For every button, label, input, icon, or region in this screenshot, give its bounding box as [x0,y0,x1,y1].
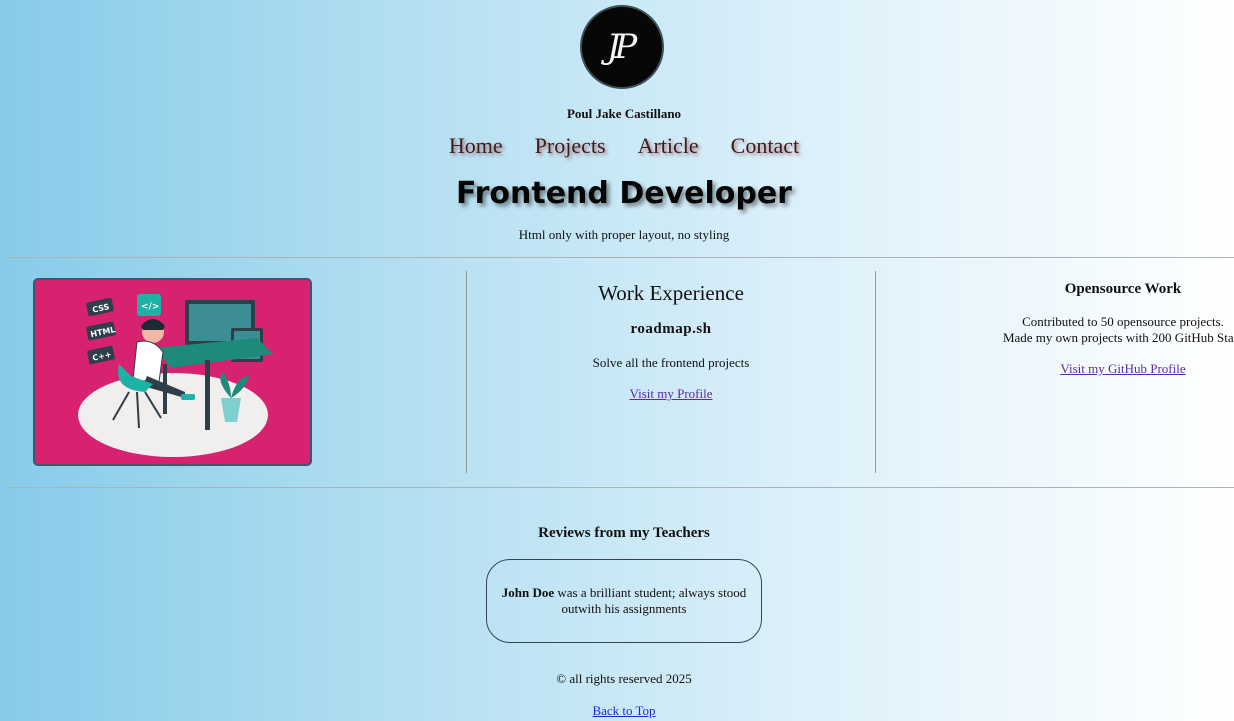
review-text-block: John Doe was a brilliant student; always… [501,585,747,617]
github-link-wrap: Visit my GitHub Profile [1000,358,1234,377]
reviewer-name: John Doe [501,585,555,600]
nav-home[interactable]: Home [449,133,503,159]
developer-desk-icon: CSS HTML C++ </> [78,294,273,457]
column-divider-right [875,271,876,473]
logo-avatar: JP [580,5,664,89]
opensource-heading: Opensource Work [1064,281,1182,297]
hero-title: Frontend Developer [456,176,792,211]
back-to-top-wrap: Back to Top [0,700,1234,719]
divider-top [6,257,1234,258]
profile-link-wrap: Visit my Profile [467,383,875,402]
developer-illustration: CSS HTML C++ </> [33,278,312,466]
visit-github-link[interactable]: Visit my GitHub Profile [1060,361,1185,376]
review-text: was a brilliant student; always stood ou… [554,585,747,616]
copyright-text: © all rights reserved 2025 [556,671,692,686]
company-name: roadmap.sh [630,321,712,337]
work-description: Solve all the frontend projects [592,355,750,370]
visit-profile-link[interactable]: Visit my Profile [630,386,713,401]
work-experience-heading: Work Experience [598,281,744,305]
review-card: John Doe was a brilliant student; always… [486,559,762,643]
opensource-line-1: Contributed to 50 opensource projects. [1022,314,1224,329]
nav-article[interactable]: Article [638,133,699,159]
logo-monogram: JP [606,27,637,67]
owner-name: Poul Jake Castillano [566,106,682,121]
nav-projects[interactable]: Projects [535,133,606,159]
divider-bottom [6,487,1234,488]
opensource-line-2: Made my own projects with 200 GitHub Sta… [1002,330,1234,345]
svg-text:</>: </> [141,302,159,312]
nav-contact[interactable]: Contact [731,133,799,159]
reviews-heading: Reviews from my Teachers [538,525,710,541]
back-to-top-link[interactable]: Back to Top [592,703,655,718]
main-nav: Home Projects Article Contact [0,133,1234,159]
hero-subtitle: Html only with proper layout, no styling [518,227,730,242]
